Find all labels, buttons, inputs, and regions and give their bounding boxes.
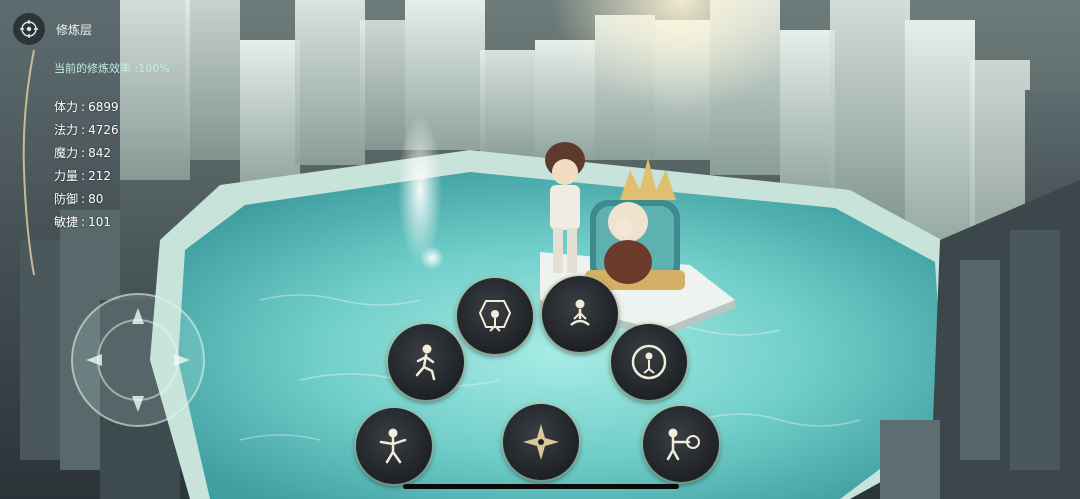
- skill-archer-button[interactable]: [643, 406, 719, 482]
- compass-glyph: [20, 20, 38, 38]
- skill-center-star-button[interactable]: [503, 404, 579, 480]
- home-indicator[interactable]: [403, 484, 679, 489]
- training-efficiency: 当前的修炼效率 :100%: [54, 62, 170, 75]
- shield-figure-icon: [478, 300, 512, 332]
- stat-row: 魔力:842: [54, 146, 111, 160]
- stat-value: 6899: [88, 100, 119, 114]
- stats-panel: 体力:6899 法力:4726 魔力:842 力量:212 防御:80 敏捷:1…: [54, 96, 119, 234]
- virtual-joystick[interactable]: [68, 290, 208, 430]
- stat-row: 体力:6899: [54, 100, 119, 114]
- stat-row: 力量:212: [54, 169, 111, 183]
- four-point-star-icon: [523, 424, 559, 460]
- stat-label: 法力: [54, 123, 79, 137]
- target-figure-icon: [631, 344, 667, 380]
- stat-value: 80: [88, 192, 104, 206]
- dodge-figure-icon: [379, 428, 407, 464]
- hud-header: 修炼层: [12, 12, 92, 46]
- stat-row: 防御:80: [54, 192, 104, 206]
- stat-row: 敏捷:101: [54, 215, 111, 229]
- stat-value: 212: [88, 169, 111, 183]
- stat-label: 力量: [54, 169, 79, 183]
- skill-shield-button[interactable]: [457, 278, 533, 354]
- stat-label: 敏捷: [54, 215, 79, 229]
- stat-label: 防御: [54, 192, 79, 206]
- stat-label: 体力: [54, 100, 79, 114]
- stat-value: 101: [88, 215, 111, 229]
- stat-value: 4726: [88, 123, 119, 137]
- stat-value: 842: [88, 146, 111, 160]
- running-figure-icon: [415, 344, 436, 381]
- area-title: 修炼层: [56, 22, 93, 37]
- skill-meditate-button[interactable]: [542, 276, 618, 352]
- stat-label: 魔力: [54, 146, 79, 160]
- compass-icon[interactable]: [12, 12, 46, 46]
- skill-dodge-button[interactable]: [356, 408, 432, 484]
- archer-figure-icon: [666, 428, 700, 461]
- meditate-figure-icon: [570, 299, 590, 326]
- light-fountain: [398, 115, 442, 265]
- skill-run-button[interactable]: [388, 324, 464, 400]
- skill-target-button[interactable]: [611, 324, 687, 400]
- stat-row: 法力:4726: [54, 123, 119, 137]
